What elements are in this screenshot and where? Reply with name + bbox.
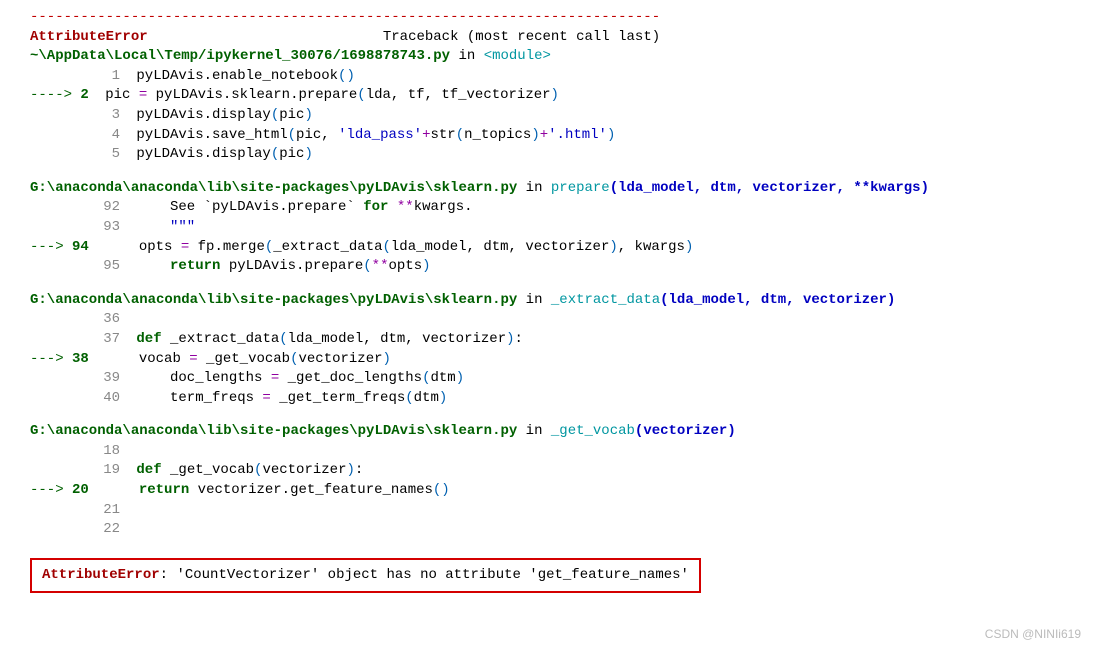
code-line: 3 pyLDAvis.display(pic) xyxy=(30,106,1079,126)
code-line: 95 return pyLDAvis.prepare(**opts) xyxy=(30,257,1079,277)
frame1-header: ~\AppData\Local\Temp/ipykernel_30076/169… xyxy=(30,47,1079,67)
code-line-current: ---> 38 vocab = _get_vocab(vectorizer) xyxy=(30,350,1079,370)
code-line: 37 def _extract_data(lda_model, dtm, vec… xyxy=(30,330,1079,350)
code-line: 93 """ xyxy=(30,218,1079,238)
code-line: 1 pyLDAvis.enable_notebook() xyxy=(30,67,1079,87)
traceback-header: AttributeError Traceback (most recent ca… xyxy=(30,28,1079,48)
code-line: 22 xyxy=(30,520,1079,540)
frame3-header: G:\anaconda\anaconda\lib\site-packages\p… xyxy=(30,291,1079,311)
separator-line: ----------------------------------------… xyxy=(30,8,1079,28)
watermark: CSDN @NINIi619 xyxy=(985,626,1081,643)
frame2-header: G:\anaconda\anaconda\lib\site-packages\p… xyxy=(30,179,1079,199)
code-line: 92 See `pyLDAvis.prepare` for **kwargs. xyxy=(30,198,1079,218)
error-name: AttributeError xyxy=(30,29,148,45)
code-line-current: ---> 94 opts = fp.merge(_extract_data(ld… xyxy=(30,238,1079,258)
traceback-output: ----------------------------------------… xyxy=(0,0,1099,550)
code-line: 4 pyLDAvis.save_html(pic, 'lda_pass'+str… xyxy=(30,126,1079,146)
code-line: 5 pyLDAvis.display(pic) xyxy=(30,145,1079,165)
final-error-name: AttributeError xyxy=(42,567,160,583)
header-text: Traceback (most recent call last) xyxy=(383,29,660,45)
code-line: 19 def _get_vocab(vectorizer): xyxy=(30,461,1079,481)
code-line: 18 xyxy=(30,442,1079,462)
code-line: 40 term_freqs = _get_term_freqs(dtm) xyxy=(30,389,1079,409)
final-error-box: AttributeError: 'CountVectorizer' object… xyxy=(30,558,701,594)
final-error-msg: 'CountVectorizer' object has no attribut… xyxy=(176,567,688,583)
frame4-header: G:\anaconda\anaconda\lib\site-packages\p… xyxy=(30,422,1079,442)
code-line-current: ----> 2 pic = pyLDAvis.sklearn.prepare(l… xyxy=(30,86,1079,106)
code-line: 39 doc_lengths = _get_doc_lengths(dtm) xyxy=(30,369,1079,389)
code-line: 21 xyxy=(30,501,1079,521)
code-line-current: ---> 20 return vectorizer.get_feature_na… xyxy=(30,481,1079,501)
code-line: 36 xyxy=(30,310,1079,330)
